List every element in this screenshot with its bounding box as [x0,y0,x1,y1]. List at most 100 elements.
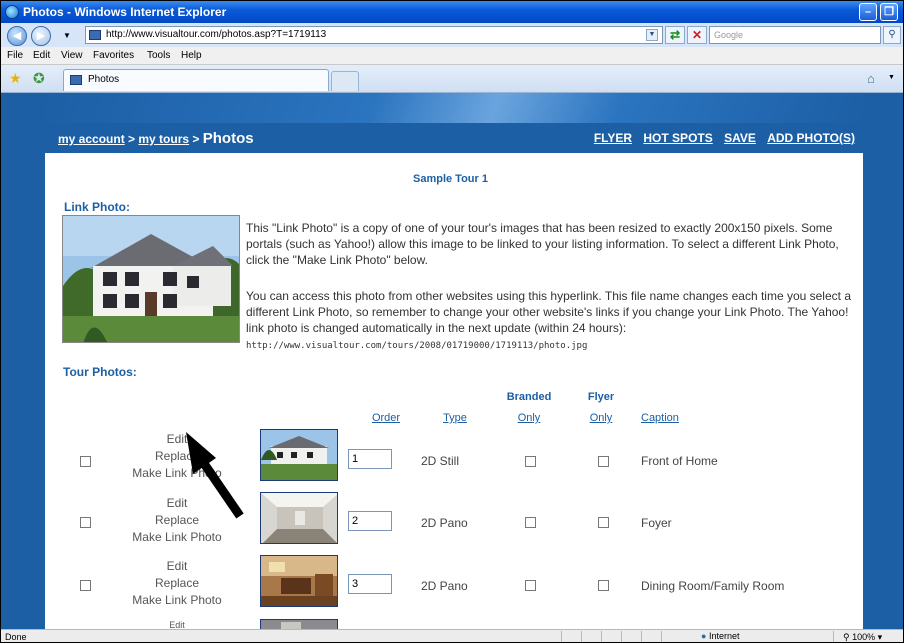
link-photo-image [62,215,240,343]
tab-photos[interactable]: Photos [63,69,329,91]
column-flyer-only[interactable]: Only [583,412,619,424]
photo-type: 2D Pano [421,579,468,593]
breadcrumb: my account > my tours > Photos [58,130,254,147]
edit-link[interactable]: Edit [121,621,233,629]
add-photos-link[interactable]: ADD PHOTO(S) [767,131,855,145]
zoom-icon: ⚲ [843,632,850,642]
status-separator [621,631,622,642]
order-input[interactable]: 3 [348,574,392,594]
edit-link[interactable]: Edit [121,558,233,575]
menu-edit[interactable]: Edit [33,50,50,61]
branded-only-checkbox[interactable] [525,580,536,591]
status-separator [561,631,562,642]
zoom-level[interactable]: ⚲ 100% ▾ [843,632,883,642]
search-icon[interactable]: ⚲ [883,26,901,44]
site-header: my account > my tours > Photos FLYER HOT… [45,93,863,153]
breadcrumb-separator: > [189,132,203,146]
home-icon[interactable]: ⌂ [867,71,875,86]
column-flyer-label: Flyer [587,391,615,403]
branded-only-checkbox[interactable] [525,456,536,467]
window-title: Photos - Windows Internet Explorer [23,5,227,19]
make-link-photo-link[interactable]: Make Link Photo [121,465,233,482]
hyperlink-note-text: You can access this photo from other web… [246,289,851,335]
order-input[interactable]: 1 [348,449,392,469]
column-order[interactable]: Order [366,412,406,424]
breadcrumb-my-account[interactable]: my account [58,132,125,146]
flyer-only-checkbox[interactable] [598,580,609,591]
status-separator [833,631,834,642]
column-branded-only[interactable]: Only [511,412,547,424]
select-checkbox[interactable] [80,580,91,591]
branded-only-checkbox[interactable] [525,517,536,528]
flyer-only-checkbox[interactable] [598,517,609,528]
select-checkbox[interactable] [80,456,91,467]
breadcrumb-my-tours[interactable]: my tours [138,132,189,146]
search-placeholder: Google [714,30,744,40]
content-area [45,123,863,629]
address-dropdown-icon[interactable]: ▼ [646,29,658,41]
breadcrumb-separator: > [124,132,139,146]
refresh-button[interactable]: ⇄ [665,26,685,44]
photo-thumbnail[interactable] [260,429,338,481]
status-separator [601,631,602,642]
flyer-only-checkbox[interactable] [598,456,609,467]
minimize-button[interactable]: – [859,3,877,21]
tab-favicon-icon [70,75,82,85]
add-favorite-icon[interactable]: ✪ [33,71,45,85]
photo-type: 2D Pano [421,516,468,530]
new-tab-button[interactable] [331,71,359,91]
photo-caption[interactable]: Dining Room/Family Room [641,579,784,593]
row-actions: Edit [121,621,233,629]
status-separator [581,631,582,642]
menu-favorites[interactable]: Favorites [93,50,134,61]
column-caption[interactable]: Caption [641,412,685,424]
menu-tools[interactable]: Tools [147,50,170,61]
photo-thumbnail[interactable] [260,492,338,544]
photo-thumbnail[interactable] [260,619,338,629]
photo-caption[interactable]: Foyer [641,516,672,530]
column-type[interactable]: Type [437,412,473,424]
page-favicon-icon [89,30,101,40]
maximize-button[interactable]: ❐ [880,3,898,21]
replace-link[interactable]: Replace [121,512,233,529]
page-title: Photos [202,130,254,147]
home-dropdown-icon[interactable]: ▼ [888,74,895,81]
forward-button[interactable]: ▶ [31,26,51,46]
photo-thumbnail[interactable] [260,555,338,607]
history-dropdown-icon[interactable]: ▼ [63,31,71,40]
internet-explorer-icon [5,5,19,19]
header-actions: FLYER HOT SPOTS SAVE ADD PHOTO(S) [586,131,855,145]
address-bar[interactable]: http://www.visualtour.com/photos.asp?T=1… [85,26,663,44]
menu-help[interactable]: Help [181,50,202,61]
save-link[interactable]: SAVE [724,131,756,145]
search-input[interactable]: Google [709,26,881,44]
replace-link[interactable]: Replace [121,575,233,592]
zone-label: Internet [708,631,740,641]
replace-link[interactable]: Replace [121,448,233,465]
order-input[interactable]: 2 [348,511,392,531]
link-photo-hyperlink-note: You can access this photo from other web… [246,288,860,354]
title-bar: Photos - Windows Internet Explorer – ❐ [1,1,903,23]
stop-button[interactable]: ✕ [687,26,707,44]
menu-view[interactable]: View [61,50,83,61]
link-photo-url[interactable]: http://www.visualtour.com/tours/2008/017… [246,341,587,351]
photo-caption[interactable]: Front of Home [641,454,718,468]
hot-spots-link[interactable]: HOT SPOTS [643,131,712,145]
status-separator [661,631,662,642]
security-zone[interactable]: ● Internet [701,631,739,641]
make-link-photo-link[interactable]: Make Link Photo [121,529,233,546]
tab-label: Photos [88,74,120,85]
browser-window: Photos - Windows Internet Explorer – ❐ ◀… [0,0,904,643]
flyer-link[interactable]: FLYER [594,131,632,145]
back-button[interactable]: ◀ [7,26,27,46]
edit-link[interactable]: Edit [121,495,233,512]
make-link-photo-link[interactable]: Make Link Photo [121,592,233,609]
status-text: Done [5,632,27,642]
status-bar: Done ● Internet ⚲ 100% ▾ [1,629,903,642]
select-checkbox[interactable] [80,517,91,528]
edit-link[interactable]: Edit [121,431,233,448]
zoom-dropdown-icon: ▾ [877,632,883,642]
menu-file[interactable]: File [7,50,23,61]
address-url[interactable]: http://www.visualtour.com/photos.asp?T=1… [106,29,326,40]
favorites-star-icon[interactable]: ★ [9,71,22,85]
